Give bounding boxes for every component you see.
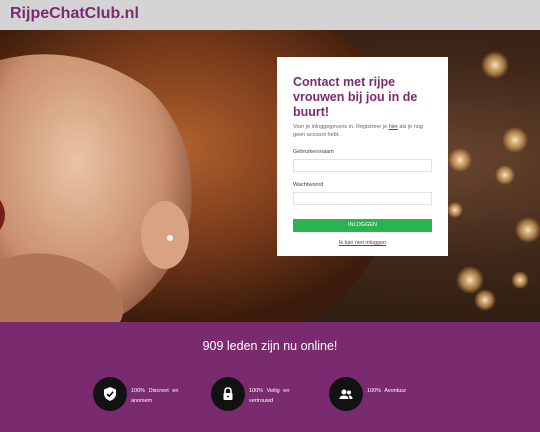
feature-text: 100% Discreet en anoniem [131, 388, 179, 404]
login-subtitle-text: Voer je inloggegevens in. Registreer je [293, 124, 388, 130]
top-bar: RijpeChatClub.nl [0, 0, 540, 30]
hero-image [0, 30, 540, 322]
password-input[interactable] [293, 192, 432, 205]
shield-check-icon [93, 377, 127, 411]
username-input[interactable] [293, 159, 432, 172]
features-band: 909 leden zijn nu online! 100% Discreet … [0, 322, 540, 432]
forgot-login-link[interactable]: Ik kan niet inloggen [293, 240, 432, 246]
login-button[interactable]: INLOGGEN [293, 219, 432, 232]
login-card: Contact met rijpe vrouwen bij jou in de … [277, 57, 448, 256]
login-title: Contact met rijpe vrouwen bij jou in de … [293, 75, 418, 119]
login-subtitle: Voer je inloggegevens in. Registreer je … [293, 123, 432, 139]
hero-photo-illustration [0, 30, 540, 322]
feature-text: 100% Veilig en vertrouwd [249, 388, 290, 404]
site-logo[interactable]: RijpeChatClub.nl [10, 5, 139, 23]
online-count: 909 leden zijn nu online! [202, 339, 338, 353]
lock-icon [211, 377, 245, 411]
password-label: Wachtwoord [293, 182, 324, 188]
register-link[interactable]: hier [389, 124, 398, 130]
users-icon [329, 377, 363, 411]
feature-text: 100% Avontuur [367, 388, 407, 394]
username-label: Gebruikersnaam [293, 149, 334, 155]
